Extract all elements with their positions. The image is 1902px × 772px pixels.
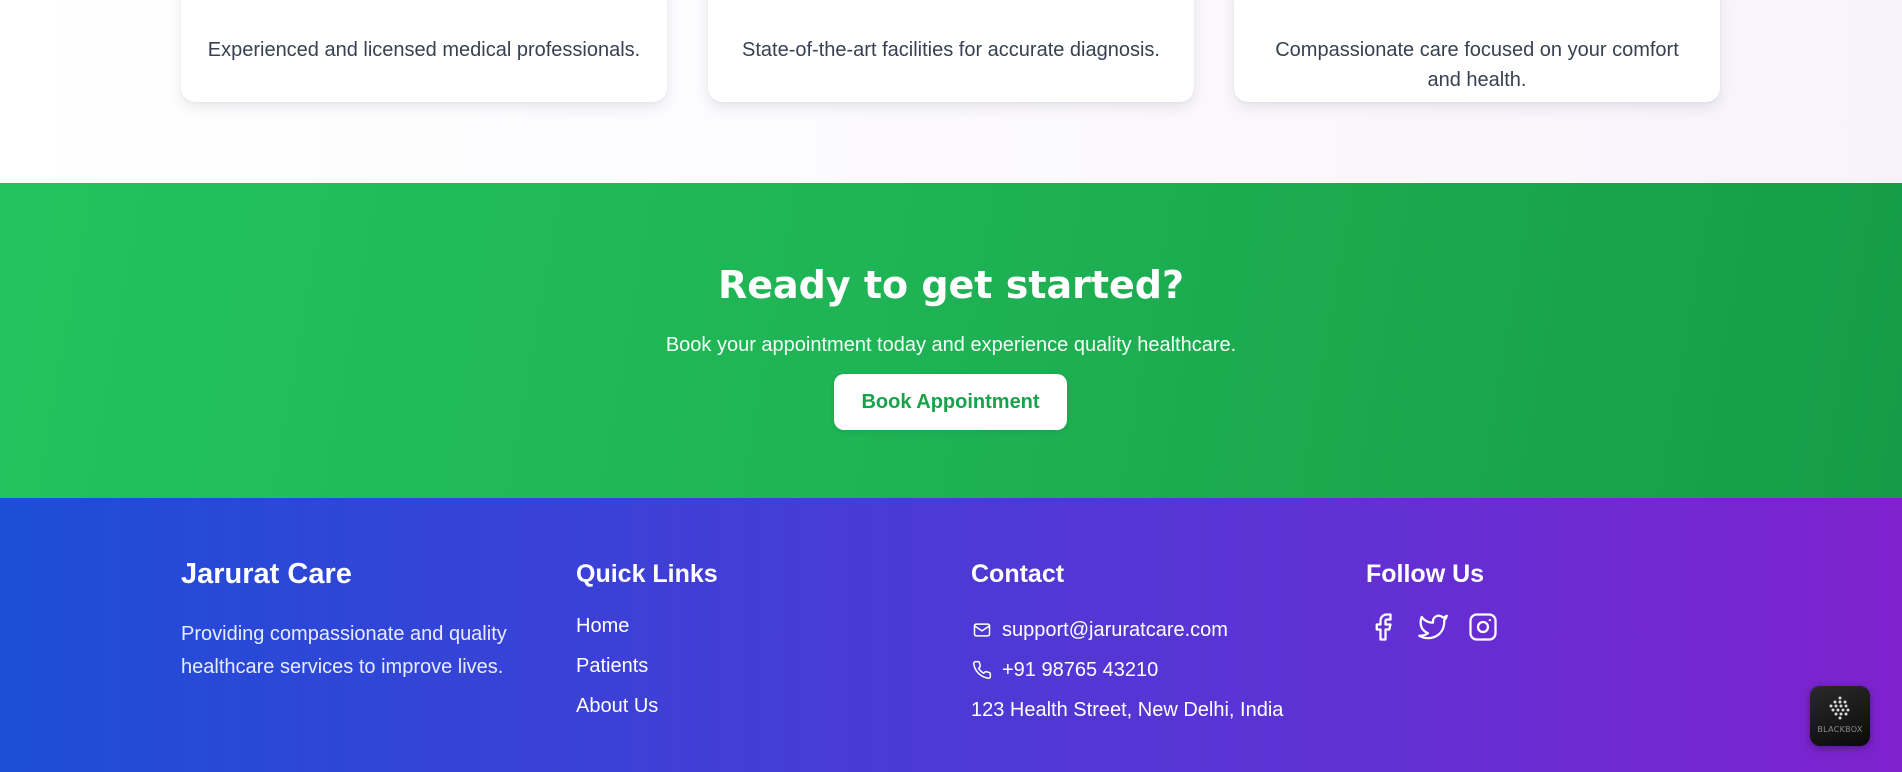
book-appointment-button[interactable]: Book Appointment	[834, 374, 1067, 430]
feature-card-text: State-of-the-art facilities for accurate…	[742, 39, 1160, 61]
facebook-icon[interactable]	[1366, 610, 1400, 644]
mail-icon	[971, 619, 993, 641]
contact-title: Contact	[971, 560, 1065, 588]
feature-card-text: Compassionate care focused on your comfo…	[1275, 39, 1679, 91]
cta-subtitle: Book your appointment today and experien…	[665, 334, 1237, 356]
blackbox-logo-icon	[1829, 696, 1850, 720]
footer-link-home[interactable]: Home	[576, 610, 658, 650]
contact-list: support@jaruratcare.com +91 98765 43210 …	[971, 610, 1283, 730]
instagram-icon[interactable]	[1466, 610, 1500, 644]
contact-email-row: support@jaruratcare.com	[971, 610, 1283, 650]
phone-icon	[971, 659, 993, 681]
feature-card-text: Experienced and licensed medical profess…	[207, 39, 641, 61]
twitter-icon[interactable]	[1416, 610, 1450, 644]
feature-card: Compassionate care focused on your comfo…	[1234, 0, 1720, 102]
cta-section: Ready to get started? Book your appointm…	[0, 183, 1902, 498]
social-icons-row	[1366, 610, 1516, 644]
footer-link-patients[interactable]: Patients	[576, 650, 658, 690]
contact-email[interactable]: support@jaruratcare.com	[1002, 614, 1228, 647]
footer-brand-tagline: Providing compassionate and quality heal…	[181, 623, 507, 678]
contact-address-row: 123 Health Street, New Delhi, India	[971, 690, 1283, 730]
footer-link-about-us[interactable]: About Us	[576, 690, 658, 730]
features-section: Experienced and licensed medical profess…	[0, 0, 1902, 183]
cta-title: Ready to get started?	[717, 263, 1185, 307]
blackbox-widget-label: BLACKBOX	[1817, 725, 1863, 734]
quick-links-title: Quick Links	[576, 560, 718, 588]
contact-phone[interactable]: +91 98765 43210	[1002, 654, 1158, 687]
contact-address: 123 Health Street, New Delhi, India	[971, 698, 1284, 721]
feature-card: ​ State-of-the-art facilities for accura…	[708, 0, 1194, 102]
blackbox-widget-button[interactable]: BLACKBOX	[1810, 686, 1870, 746]
feature-card: Experienced and licensed medical profess…	[181, 0, 667, 102]
footer-brand-name: Jarurat Care	[181, 558, 352, 590]
quick-links-list: Home Patients About Us	[576, 610, 658, 730]
follow-us-title: Follow Us	[1366, 560, 1485, 588]
site-footer: Jarurat Care Providing compassionate and…	[0, 498, 1902, 772]
contact-phone-row: +91 98765 43210	[971, 650, 1283, 690]
